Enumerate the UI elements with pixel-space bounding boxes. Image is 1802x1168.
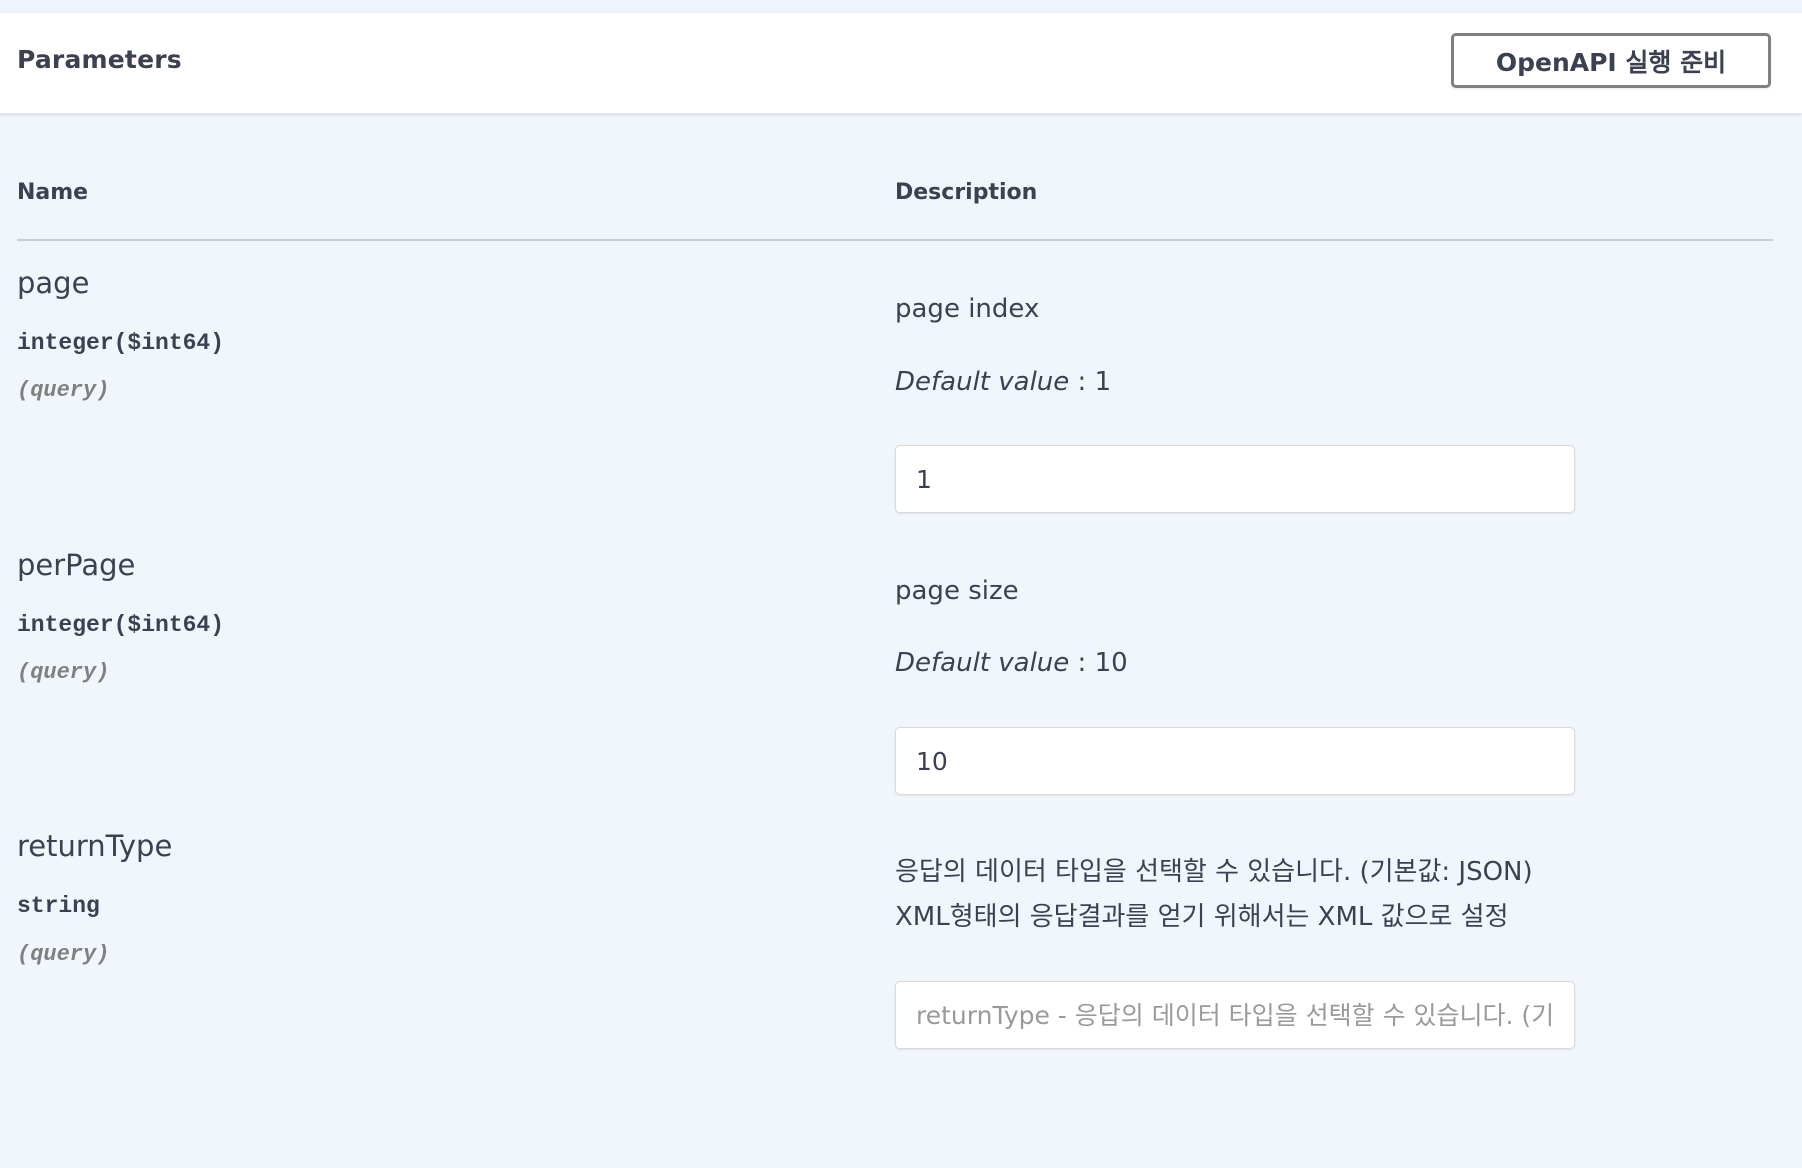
param-in-perpage: (query) — [17, 660, 110, 685]
param-name-perpage: perPage — [17, 548, 136, 582]
param-description-page: page index — [895, 294, 1040, 324]
column-header-description: Description — [895, 180, 1038, 205]
param-input-perpage[interactable] — [895, 727, 1575, 795]
param-type-page: integer($int64) — [17, 330, 225, 356]
description-line: 응답의 데이터 타입을 선택할 수 있습니다. (기본값: JSON) — [895, 857, 1533, 887]
description-line: XML형태의 응답결과를 얻기 위해서는 XML 값으로 설정 — [895, 902, 1509, 932]
param-default-page: Default value : 1 — [895, 367, 1111, 397]
param-type-returntype: string — [17, 893, 100, 919]
param-description-returntype: 응답의 데이터 타입을 선택할 수 있습니다. (기본값: JSON) XML형… — [895, 850, 1533, 940]
param-default-perpage: Default value : 10 — [895, 648, 1128, 678]
param-name-returntype: returnType — [17, 829, 173, 863]
header-divider — [17, 239, 1773, 241]
top-strip — [0, 0, 1802, 13]
param-type-perpage: integer($int64) — [17, 612, 225, 638]
param-input-returntype[interactable] — [895, 981, 1575, 1049]
default-label: Default value — [895, 367, 1070, 397]
column-header-name: Name — [17, 180, 89, 205]
param-name-page: page — [17, 266, 90, 300]
param-in-page: (query) — [17, 378, 110, 403]
default-value: : 1 — [1077, 367, 1112, 397]
param-in-returntype: (query) — [17, 942, 110, 967]
section-title: Parameters — [17, 45, 182, 74]
parameters-header: Parameters OpenAPI 실행 준비 — [0, 13, 1802, 114]
param-input-page[interactable] — [895, 445, 1575, 513]
try-it-out-button[interactable]: OpenAPI 실행 준비 — [1451, 33, 1771, 88]
default-value: : 10 — [1077, 648, 1128, 678]
param-description-perpage: page size — [895, 576, 1019, 606]
default-label: Default value — [895, 648, 1070, 678]
